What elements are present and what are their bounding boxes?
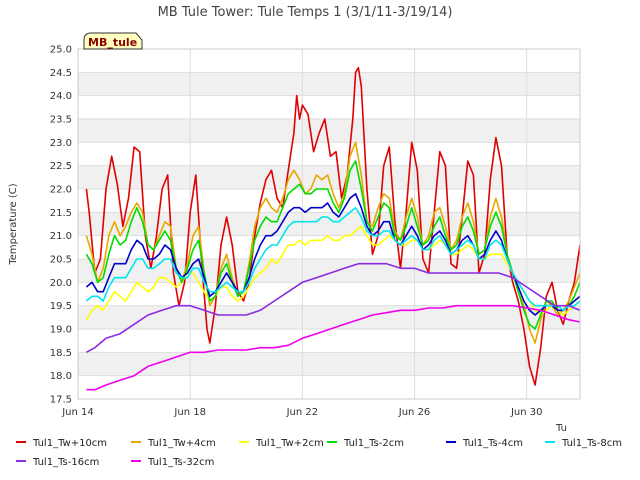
legend-entry: Tul1_Tw+4cm: [147, 438, 216, 449]
x-tick-label: Jun 26: [398, 407, 431, 418]
legend-entry: Tul1_Ts-4cm: [462, 438, 523, 449]
y-tick-label: 19.0: [50, 325, 72, 336]
grid-band: [78, 72, 580, 96]
legend: Tul1_Tw+10cm Tul1_Tw+4cm Tul1_Tw+2cm Tul1_T…: [16, 438, 622, 468]
chart-title: MB Tule Tower: Tule Temps 1 (3/1/11-3/19…: [158, 5, 453, 20]
temperature-chart: MB Tule Tower: Tule Temps 1 (3/1/11-3/19…: [8, 5, 622, 468]
x-tick-label: Jun 22: [286, 407, 319, 418]
x-overflow-label: Tu: [555, 423, 567, 434]
y-tick-label: 25.0: [50, 45, 72, 56]
y-tick-label: 23.5: [50, 115, 72, 126]
x-tick-label: Jun 14: [61, 407, 94, 418]
legend-entry: Tul1_Ts-8cm: [561, 438, 622, 449]
grid-band: [78, 305, 580, 329]
grid-band: [78, 119, 580, 143]
y-tick-label: 24.0: [50, 91, 72, 102]
y-tick-label: 23.0: [50, 138, 72, 149]
badge-label: MB_tule: [88, 36, 137, 49]
x-tick-label: Jun 18: [173, 407, 206, 418]
y-tick-label: 21.5: [50, 208, 72, 219]
legend-entry: Tul1_Tw+2cm: [255, 438, 324, 449]
legend-entry: Tul1_Ts-32cm: [147, 457, 214, 468]
x-tick-label: Jun 30: [510, 407, 543, 418]
y-tick-label: 18.5: [50, 348, 72, 359]
y-tick-label: 22.0: [50, 185, 72, 196]
y-tick-label: 24.5: [50, 68, 72, 79]
grid-band: [78, 259, 580, 283]
station-badge: MB_tule: [83, 32, 143, 50]
x-axis-ticks: Jun 14 Jun 18 Jun 22 Jun 26 Jun 30: [61, 407, 542, 418]
y-axis-label: Temperature (C): [8, 183, 19, 265]
y-axis-ticks: 17.5 18.0 18.5 19.0 19.5 20.0 20.5 21.0 21.5 22.0…: [50, 45, 72, 406]
y-tick-label: 20.0: [50, 278, 72, 289]
y-tick-label: 20.5: [50, 255, 72, 266]
y-tick-label: 21.0: [50, 231, 72, 242]
y-tick-label: 19.5: [50, 301, 72, 312]
legend-entry: Tul1_Tw+10cm: [32, 438, 107, 449]
legend-entry: Tul1_Ts-16cm: [32, 457, 99, 468]
legend-entry: Tul1_Ts-2cm: [343, 438, 404, 449]
y-tick-label: 17.5: [50, 395, 72, 406]
y-tick-label: 22.5: [50, 161, 72, 172]
y-tick-label: 18.0: [50, 371, 72, 382]
